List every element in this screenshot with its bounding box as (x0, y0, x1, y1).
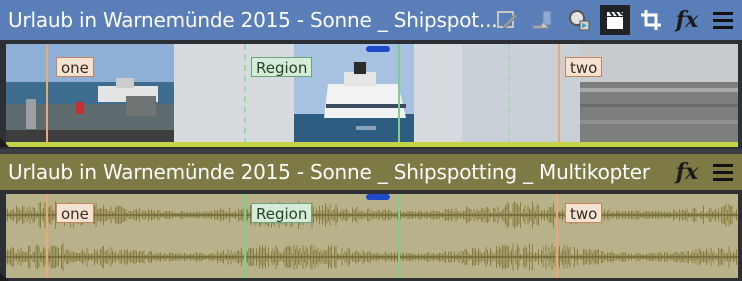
audio-event-title: Urlaub in Warnemünde 2015 - Sonne _ Ship… (8, 160, 650, 184)
region-start-line[interactable] (244, 44, 246, 144)
event-pan-crop-icon[interactable] (492, 5, 522, 35)
region-label[interactable]: Region (251, 57, 313, 77)
video-thumbnail (580, 44, 738, 142)
video-event-toolbar: fx (492, 0, 738, 40)
marker-line-one[interactable] (46, 194, 48, 278)
crop-icon[interactable] (636, 5, 666, 35)
menu-icon[interactable] (708, 5, 738, 35)
marker-label-one[interactable]: one (56, 57, 94, 77)
audio-event-header[interactable]: Urlaub in Warnemünde 2015 - Sonne _ Ship… (0, 154, 742, 190)
generated-media-icon[interactable] (528, 5, 558, 35)
fx-icon[interactable]: fx (672, 5, 702, 35)
menu-icon[interactable] (708, 157, 738, 187)
waveform-graphic (6, 201, 738, 271)
media-properties-icon[interactable] (564, 5, 594, 35)
marker-label-two[interactable]: two (565, 57, 603, 77)
audio-event-toolbar: fx (672, 154, 738, 190)
region-end-line[interactable] (398, 44, 400, 144)
clapperboard-icon[interactable] (600, 5, 630, 35)
audio-waveform (6, 194, 738, 278)
video-event-title: Urlaub in Warnemünde 2015 - Sonne _ Ship… (8, 8, 498, 32)
playhead-handle[interactable] (366, 46, 390, 52)
video-event-bottom-bar (6, 142, 738, 147)
playhead-handle[interactable] (366, 194, 390, 200)
region-guide-line (508, 44, 510, 144)
video-event-header[interactable]: Urlaub in Warnemünde 2015 - Sonne _ Ship… (0, 0, 742, 40)
marker-label-one[interactable]: one (56, 203, 94, 223)
marker-line-one[interactable] (46, 44, 48, 144)
video-thumbnail-blank (174, 44, 246, 142)
region-label[interactable]: Region (251, 203, 313, 223)
region-end-line[interactable] (398, 194, 400, 278)
marker-label-two[interactable]: two (565, 203, 603, 223)
video-thumbnails (6, 44, 738, 142)
fx-icon[interactable]: fx (672, 157, 702, 187)
marker-line-two[interactable] (556, 194, 558, 278)
fade-handle[interactable] (0, 138, 9, 147)
marker-line-two[interactable] (558, 44, 560, 144)
video-event[interactable]: Urlaub in Warnemünde 2015 - Sonne _ Ship… (0, 0, 742, 149)
fade-handle[interactable] (0, 272, 9, 281)
region-start-line[interactable] (244, 194, 246, 278)
audio-event[interactable]: Urlaub in Warnemünde 2015 - Sonne _ Ship… (0, 154, 742, 281)
